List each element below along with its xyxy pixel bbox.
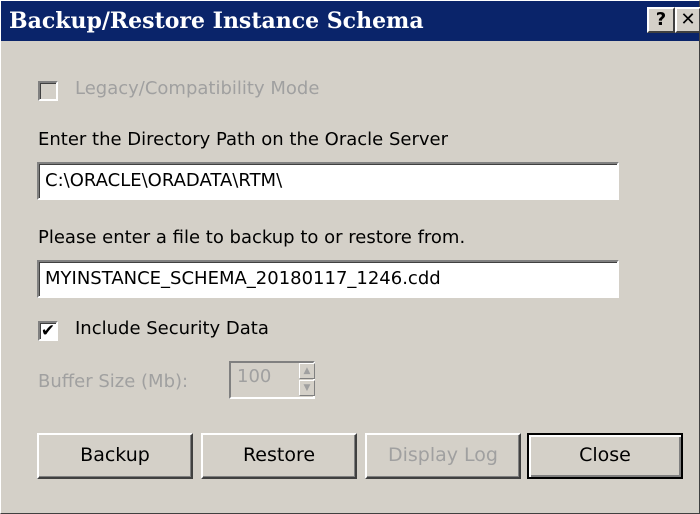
buffer-size-value: 100 — [237, 366, 272, 387]
file-name-input[interactable]: MYINSTANCE_SCHEMA_20180117_1246.cdd — [37, 260, 619, 298]
arrow-down-icon: ▼ — [303, 383, 311, 393]
backup-button[interactable]: Backup — [37, 433, 193, 479]
close-icon: ✕ — [680, 9, 696, 30]
include-security-label: Include Security Data — [75, 318, 269, 339]
include-security-checkbox[interactable]: ✔ — [38, 321, 58, 341]
title-bar[interactable]: Backup/Restore Instance Schema ? ✕ — [1, 1, 700, 41]
restore-button[interactable]: Restore — [201, 433, 357, 479]
legacy-mode-checkbox[interactable] — [38, 81, 58, 101]
file-name-label: Please enter a file to backup to or rest… — [38, 227, 466, 248]
directory-path-label: Enter the Directory Path on the Oracle S… — [38, 129, 448, 150]
display-log-button[interactable]: Display Log — [365, 433, 521, 479]
help-button[interactable]: ? — [647, 7, 675, 33]
legacy-mode-label: Legacy/Compatibility Mode — [75, 78, 320, 99]
close-button[interactable]: Close — [527, 433, 683, 479]
spin-down-button[interactable]: ▼ — [299, 380, 315, 396]
backup-restore-dialog: Backup/Restore Instance Schema ? ✕ Legac… — [0, 0, 700, 514]
help-icon: ? — [655, 9, 667, 30]
buffer-size-spinner[interactable]: 100 ▲ ▼ — [229, 361, 315, 399]
directory-path-input[interactable]: C:\ORACLE\ORADATA\RTM\ — [37, 162, 619, 200]
spin-up-button[interactable]: ▲ — [299, 363, 315, 379]
buffer-size-label: Buffer Size (Mb): — [38, 371, 189, 392]
window-close-button[interactable]: ✕ — [675, 7, 700, 33]
checkmark-icon: ✔ — [40, 321, 56, 341]
arrow-up-icon: ▲ — [303, 366, 311, 376]
window-title: Backup/Restore Instance Schema — [9, 8, 424, 34]
